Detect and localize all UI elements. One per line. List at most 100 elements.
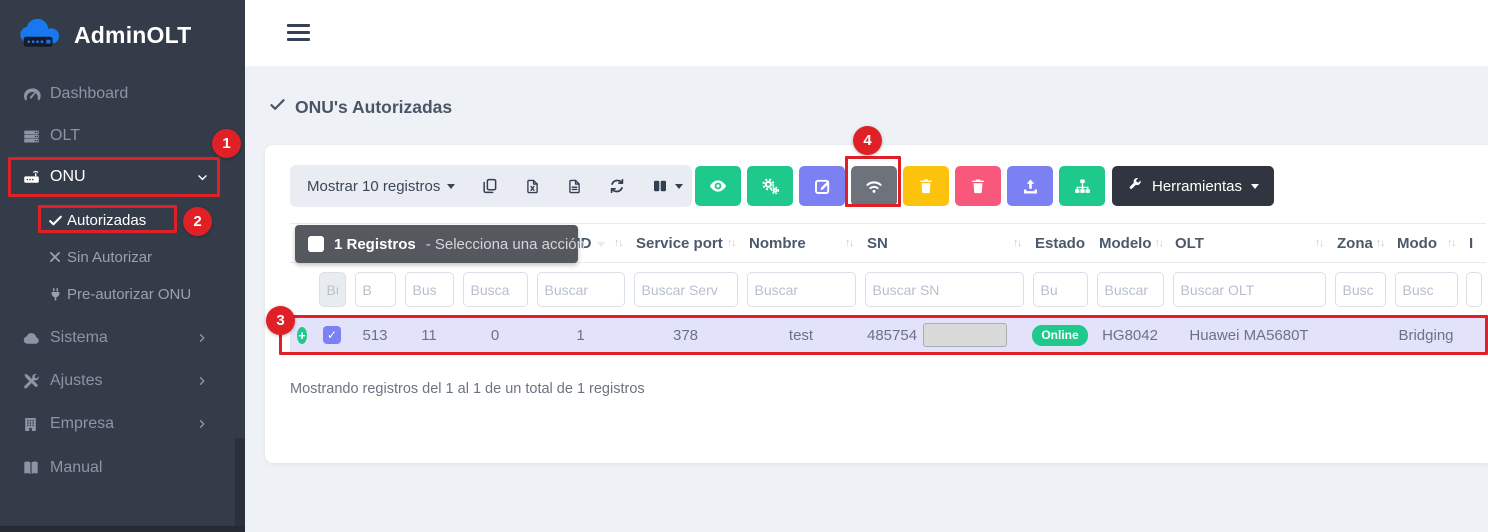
plug-icon	[48, 287, 63, 302]
adminolt-app: AdminOLT Dashboard OLT ONU Autorizadas S…	[0, 0, 1488, 532]
annotation-circle-4: 4	[853, 126, 882, 155]
copy-icon[interactable]	[481, 177, 499, 195]
zona-filter-input[interactable]	[1335, 272, 1386, 307]
annotation-circle-3: 3	[266, 306, 295, 335]
col-estado-header[interactable]: Estado	[1028, 235, 1092, 252]
col-id-filter	[350, 272, 400, 307]
nombre-filter-input[interactable]	[747, 272, 856, 307]
sidebar-scrollbar[interactable]	[235, 438, 245, 532]
col-service-port-header[interactable]: Service port↑↓	[629, 235, 742, 252]
col-board-filter	[400, 272, 458, 307]
sidebar-item-manual[interactable]: Manual	[0, 448, 245, 488]
sidebar-item-sin-autorizar[interactable]: Sin Autorizar	[0, 242, 245, 272]
sidebar-label-sistema: Sistema	[50, 329, 108, 347]
action-button-group: Herramientas	[695, 166, 1274, 206]
annotation-circle-2: 2	[183, 207, 212, 236]
sidebar-item-empresa[interactable]: Empresa	[0, 404, 245, 444]
refresh-icon[interactable]	[608, 177, 626, 195]
page-title: ONU's Autorizadas	[269, 96, 452, 118]
annotation-box-wifi	[845, 156, 901, 207]
sort-icon: ↑↓	[845, 237, 853, 249]
caret-down-icon	[447, 184, 455, 189]
col-ip-header[interactable]: I	[1462, 235, 1486, 252]
onu-id-filter-input[interactable]	[537, 272, 625, 307]
upload-icon	[1021, 177, 1040, 196]
server-icon	[22, 127, 41, 146]
bulk-action-label: - Selecciona una acción	[426, 236, 585, 253]
col-sn-header[interactable]: SN↑↓	[860, 235, 1028, 252]
x-icon	[48, 250, 62, 264]
trash-icon	[969, 177, 987, 195]
herramientas-dropdown-button[interactable]: Herramientas	[1112, 166, 1274, 206]
port-filter-input[interactable]	[463, 272, 528, 307]
sidebar-item-pre-autorizar[interactable]: Pre-autorizar ONU	[0, 279, 245, 309]
columns-visibility-icon[interactable]	[651, 177, 683, 195]
caret-down-icon	[1251, 184, 1259, 189]
sitemap-button[interactable]	[1059, 166, 1105, 206]
sidebar-item-sistema[interactable]: Sistema	[0, 318, 245, 358]
sidebar-label-dashboard: Dashboard	[50, 85, 128, 103]
service-port-filter-input[interactable]	[634, 272, 738, 307]
hamburger-menu-icon[interactable]	[287, 24, 310, 45]
select-all-checkbox[interactable]	[308, 236, 324, 252]
export-icon-group	[481, 177, 683, 195]
ip-filter-input[interactable]	[1466, 272, 1482, 307]
edit-onu-button[interactable]	[799, 166, 845, 206]
selected-count-label: 1 Registros	[334, 236, 416, 253]
trash-icon	[917, 177, 935, 195]
bulk-action-dropdown[interactable]: 1 Registros - Selecciona una acción	[295, 225, 578, 263]
eye-icon	[708, 176, 728, 196]
col-ip-filter	[1462, 272, 1486, 307]
sidebar-label-empresa: Empresa	[50, 415, 114, 433]
table-footer-info: Mostrando registros del 1 al 1 de un tot…	[290, 381, 645, 397]
col-zona-filter	[1330, 272, 1390, 307]
col-zona-header[interactable]: Zona↑↓	[1330, 235, 1390, 252]
col-estado-filter	[1028, 272, 1092, 307]
sidebar-item-ajustes[interactable]: Ajustes	[0, 361, 245, 401]
sitemap-icon	[1073, 177, 1092, 196]
col-modelo-filter	[1092, 272, 1168, 307]
delete-onu-button[interactable]	[955, 166, 1001, 206]
table-filter-row	[290, 263, 1486, 317]
onu-settings-button[interactable]	[747, 166, 793, 206]
sidebar-item-dashboard[interactable]: Dashboard	[0, 74, 245, 114]
herramientas-label: Herramientas	[1152, 178, 1242, 195]
sort-icon: ↑↓	[1155, 237, 1163, 249]
col-olt-header[interactable]: OLT↑↓	[1168, 235, 1330, 252]
show-entries-dropdown[interactable]: Mostrar 10 registros	[307, 178, 455, 195]
board-filter-input[interactable]	[405, 272, 454, 307]
upload-button[interactable]	[1007, 166, 1053, 206]
sn-filter-input[interactable]	[865, 272, 1024, 307]
col-olt-filter	[1168, 272, 1330, 307]
sidebar-label-olt: OLT	[50, 127, 80, 145]
modelo-filter-input[interactable]	[1097, 272, 1164, 307]
tools-icon	[22, 372, 41, 391]
trash-temp-button[interactable]	[903, 166, 949, 206]
id-filter-input[interactable]	[355, 272, 396, 307]
col-service-port-filter	[629, 272, 742, 307]
topbar	[245, 0, 1488, 66]
select-filter-input[interactable]	[319, 272, 346, 307]
col-modo-header[interactable]: Modo↑↓	[1390, 235, 1462, 252]
chevron-right-icon	[196, 375, 208, 387]
sidebar-label-pre-autorizar: Pre-autorizar ONU	[67, 286, 191, 303]
excel-export-icon[interactable]	[524, 178, 541, 195]
app-logo[interactable]: AdminOLT	[16, 14, 191, 56]
sort-icon: ↑↓	[727, 237, 735, 249]
olt-filter-input[interactable]	[1173, 272, 1326, 307]
file-export-icon[interactable]	[566, 178, 583, 195]
estado-filter-input[interactable]	[1033, 272, 1088, 307]
wrench-icon	[1127, 176, 1143, 196]
sidebar: AdminOLT Dashboard OLT ONU Autorizadas S…	[0, 0, 245, 532]
sort-icon: ↑↓	[1447, 237, 1455, 249]
cloud-router-logo-icon	[16, 14, 66, 56]
col-nombre-header[interactable]: Nombre↑↓	[742, 235, 860, 252]
col-modelo-header[interactable]: Modelo↑↓	[1092, 235, 1168, 252]
modo-filter-input[interactable]	[1395, 272, 1458, 307]
show-entries-label: Mostrar 10 registros	[307, 178, 440, 195]
view-onu-button[interactable]	[695, 166, 741, 206]
col-select-filter	[314, 272, 350, 307]
sidebar-item-olt[interactable]: OLT	[0, 116, 245, 156]
sort-icon: ↑↓	[1376, 237, 1384, 249]
chevron-right-icon	[196, 418, 208, 430]
